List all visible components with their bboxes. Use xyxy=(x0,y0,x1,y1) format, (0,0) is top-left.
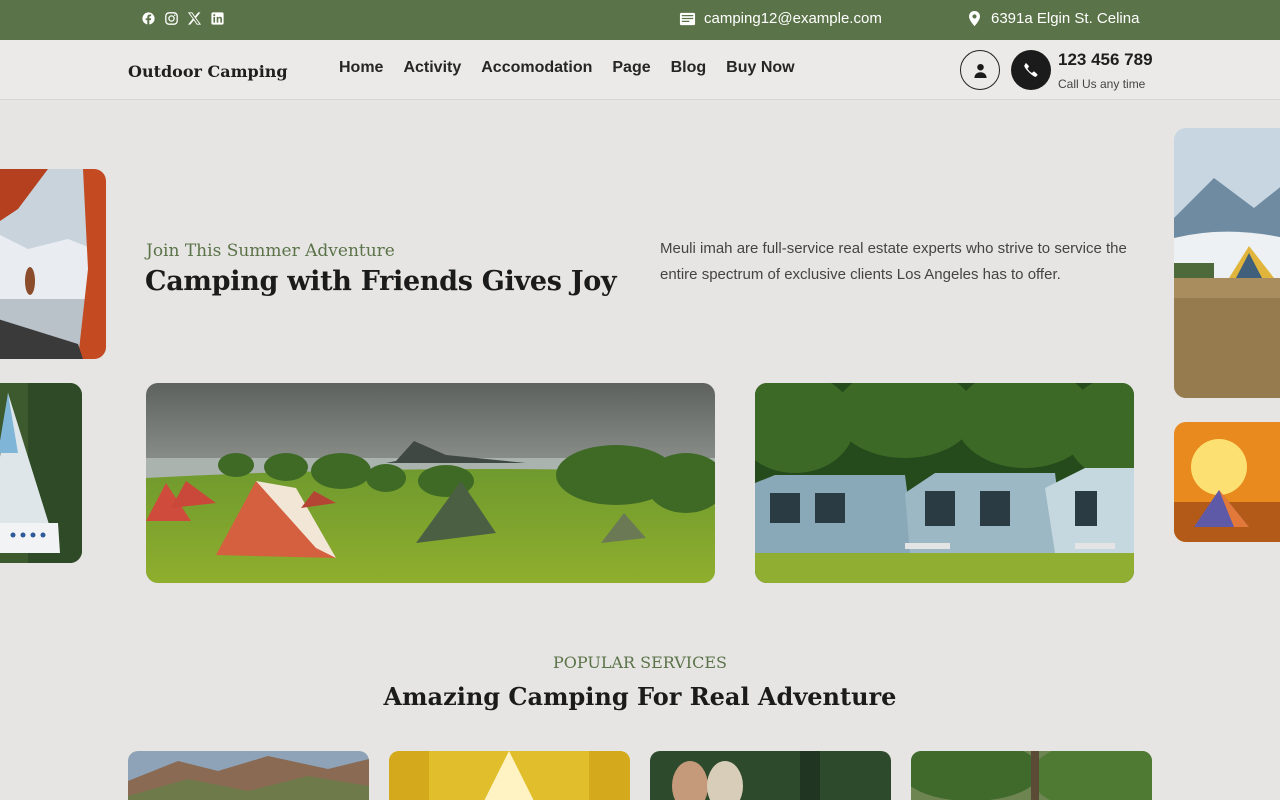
address-text: 6391a Elgin St. Celina xyxy=(991,10,1140,27)
main-header: Outdoor Camping Home Activity Accomodati… xyxy=(0,40,1280,100)
email-contact[interactable]: camping12@example.com xyxy=(679,10,882,27)
map-pin-icon xyxy=(966,10,983,27)
user-icon xyxy=(973,63,987,78)
lakeside-camp-photo xyxy=(146,383,715,583)
phone-caption: Call Us any time xyxy=(1058,77,1146,91)
main-nav: Home Activity Accomodation Page Blog Buy… xyxy=(339,59,795,77)
services-eyebrow: POPULAR SERVICES xyxy=(552,653,728,672)
instagram-icon[interactable] xyxy=(165,12,178,26)
facebook-icon[interactable] xyxy=(142,12,155,26)
sunset-tent-photo xyxy=(1174,422,1280,542)
nav-item-accomodation[interactable]: Accomodation xyxy=(481,59,592,77)
service-card-image[interactable] xyxy=(650,751,891,800)
services-title: Amazing Camping For Real Adventure xyxy=(383,682,897,711)
nav-item-activity[interactable]: Activity xyxy=(403,59,461,77)
nav-item-blog[interactable]: Blog xyxy=(671,59,707,77)
hero-eyebrow: Join This Summer Adventure xyxy=(146,241,395,261)
call-button[interactable] xyxy=(1011,50,1051,90)
site-logo[interactable]: Outdoor Camping xyxy=(128,62,288,81)
x-icon[interactable] xyxy=(188,12,201,26)
service-card-image[interactable] xyxy=(911,751,1152,800)
linkedin-icon[interactable] xyxy=(211,12,224,26)
account-button[interactable] xyxy=(960,50,1000,90)
hero-title: Camping with Friends Gives Joy xyxy=(145,266,617,297)
mountain-tent-photo xyxy=(1174,128,1280,398)
envelope-icon xyxy=(679,10,696,27)
hero-description: Meuli imah are full-service real estate … xyxy=(660,240,1127,283)
nav-item-buy-now[interactable]: Buy Now xyxy=(726,59,794,77)
nav-item-home[interactable]: Home xyxy=(339,59,383,77)
service-card-image[interactable] xyxy=(389,751,630,800)
teepee-photo xyxy=(0,383,82,563)
top-bar: camping12@example.com 6391a Elgin St. Ce… xyxy=(0,0,1280,40)
tent-view-photo xyxy=(0,169,106,359)
phone-number[interactable]: 123 456 789 xyxy=(1058,50,1153,70)
social-links xyxy=(142,12,224,26)
service-card-image[interactable] xyxy=(128,751,369,800)
phone-icon xyxy=(1024,63,1038,77)
caravan-camp-photo xyxy=(755,383,1134,583)
email-text: camping12@example.com xyxy=(704,10,882,27)
nav-item-page[interactable]: Page xyxy=(612,59,650,77)
address-contact[interactable]: 6391a Elgin St. Celina xyxy=(966,10,1139,27)
